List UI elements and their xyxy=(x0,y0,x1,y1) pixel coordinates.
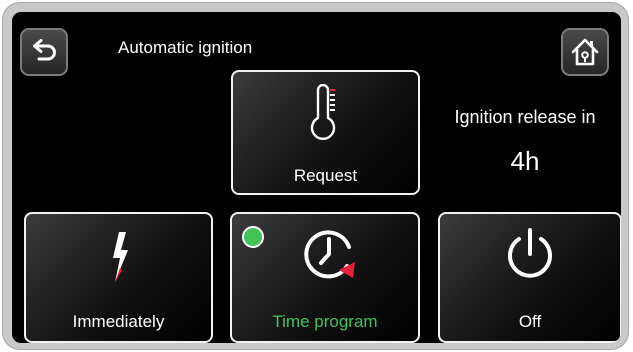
request-label: Request xyxy=(293,166,358,185)
device-frame: Automatic ignition Request Ignition rele… xyxy=(2,2,629,350)
immediately-tile[interactable]: Immediately xyxy=(24,212,213,343)
undo-arrow-icon xyxy=(33,39,56,61)
off-label: Off xyxy=(518,312,542,331)
thermometer-icon xyxy=(310,84,336,140)
request-tile[interactable]: Request xyxy=(231,70,420,195)
ignition-release-text: Ignition release in xyxy=(454,107,596,127)
power-icon xyxy=(508,228,552,278)
lightning-bolt-icon xyxy=(113,232,128,282)
immediately-label: Immediately xyxy=(72,312,165,331)
time-program-tile[interactable]: Time program xyxy=(230,212,420,343)
display-screen: Automatic ignition Request Ignition rele… xyxy=(12,12,621,343)
page-title: Automatic ignition xyxy=(118,38,253,57)
clock-timer-icon xyxy=(304,230,355,279)
back-button[interactable] xyxy=(20,28,68,76)
home-button[interactable] xyxy=(561,28,609,76)
ignition-release-value: 4h xyxy=(510,146,540,176)
home-icon xyxy=(571,38,599,66)
active-indicator xyxy=(242,226,264,248)
off-tile[interactable]: Off xyxy=(438,212,621,343)
time-program-label: Time program xyxy=(272,312,378,331)
